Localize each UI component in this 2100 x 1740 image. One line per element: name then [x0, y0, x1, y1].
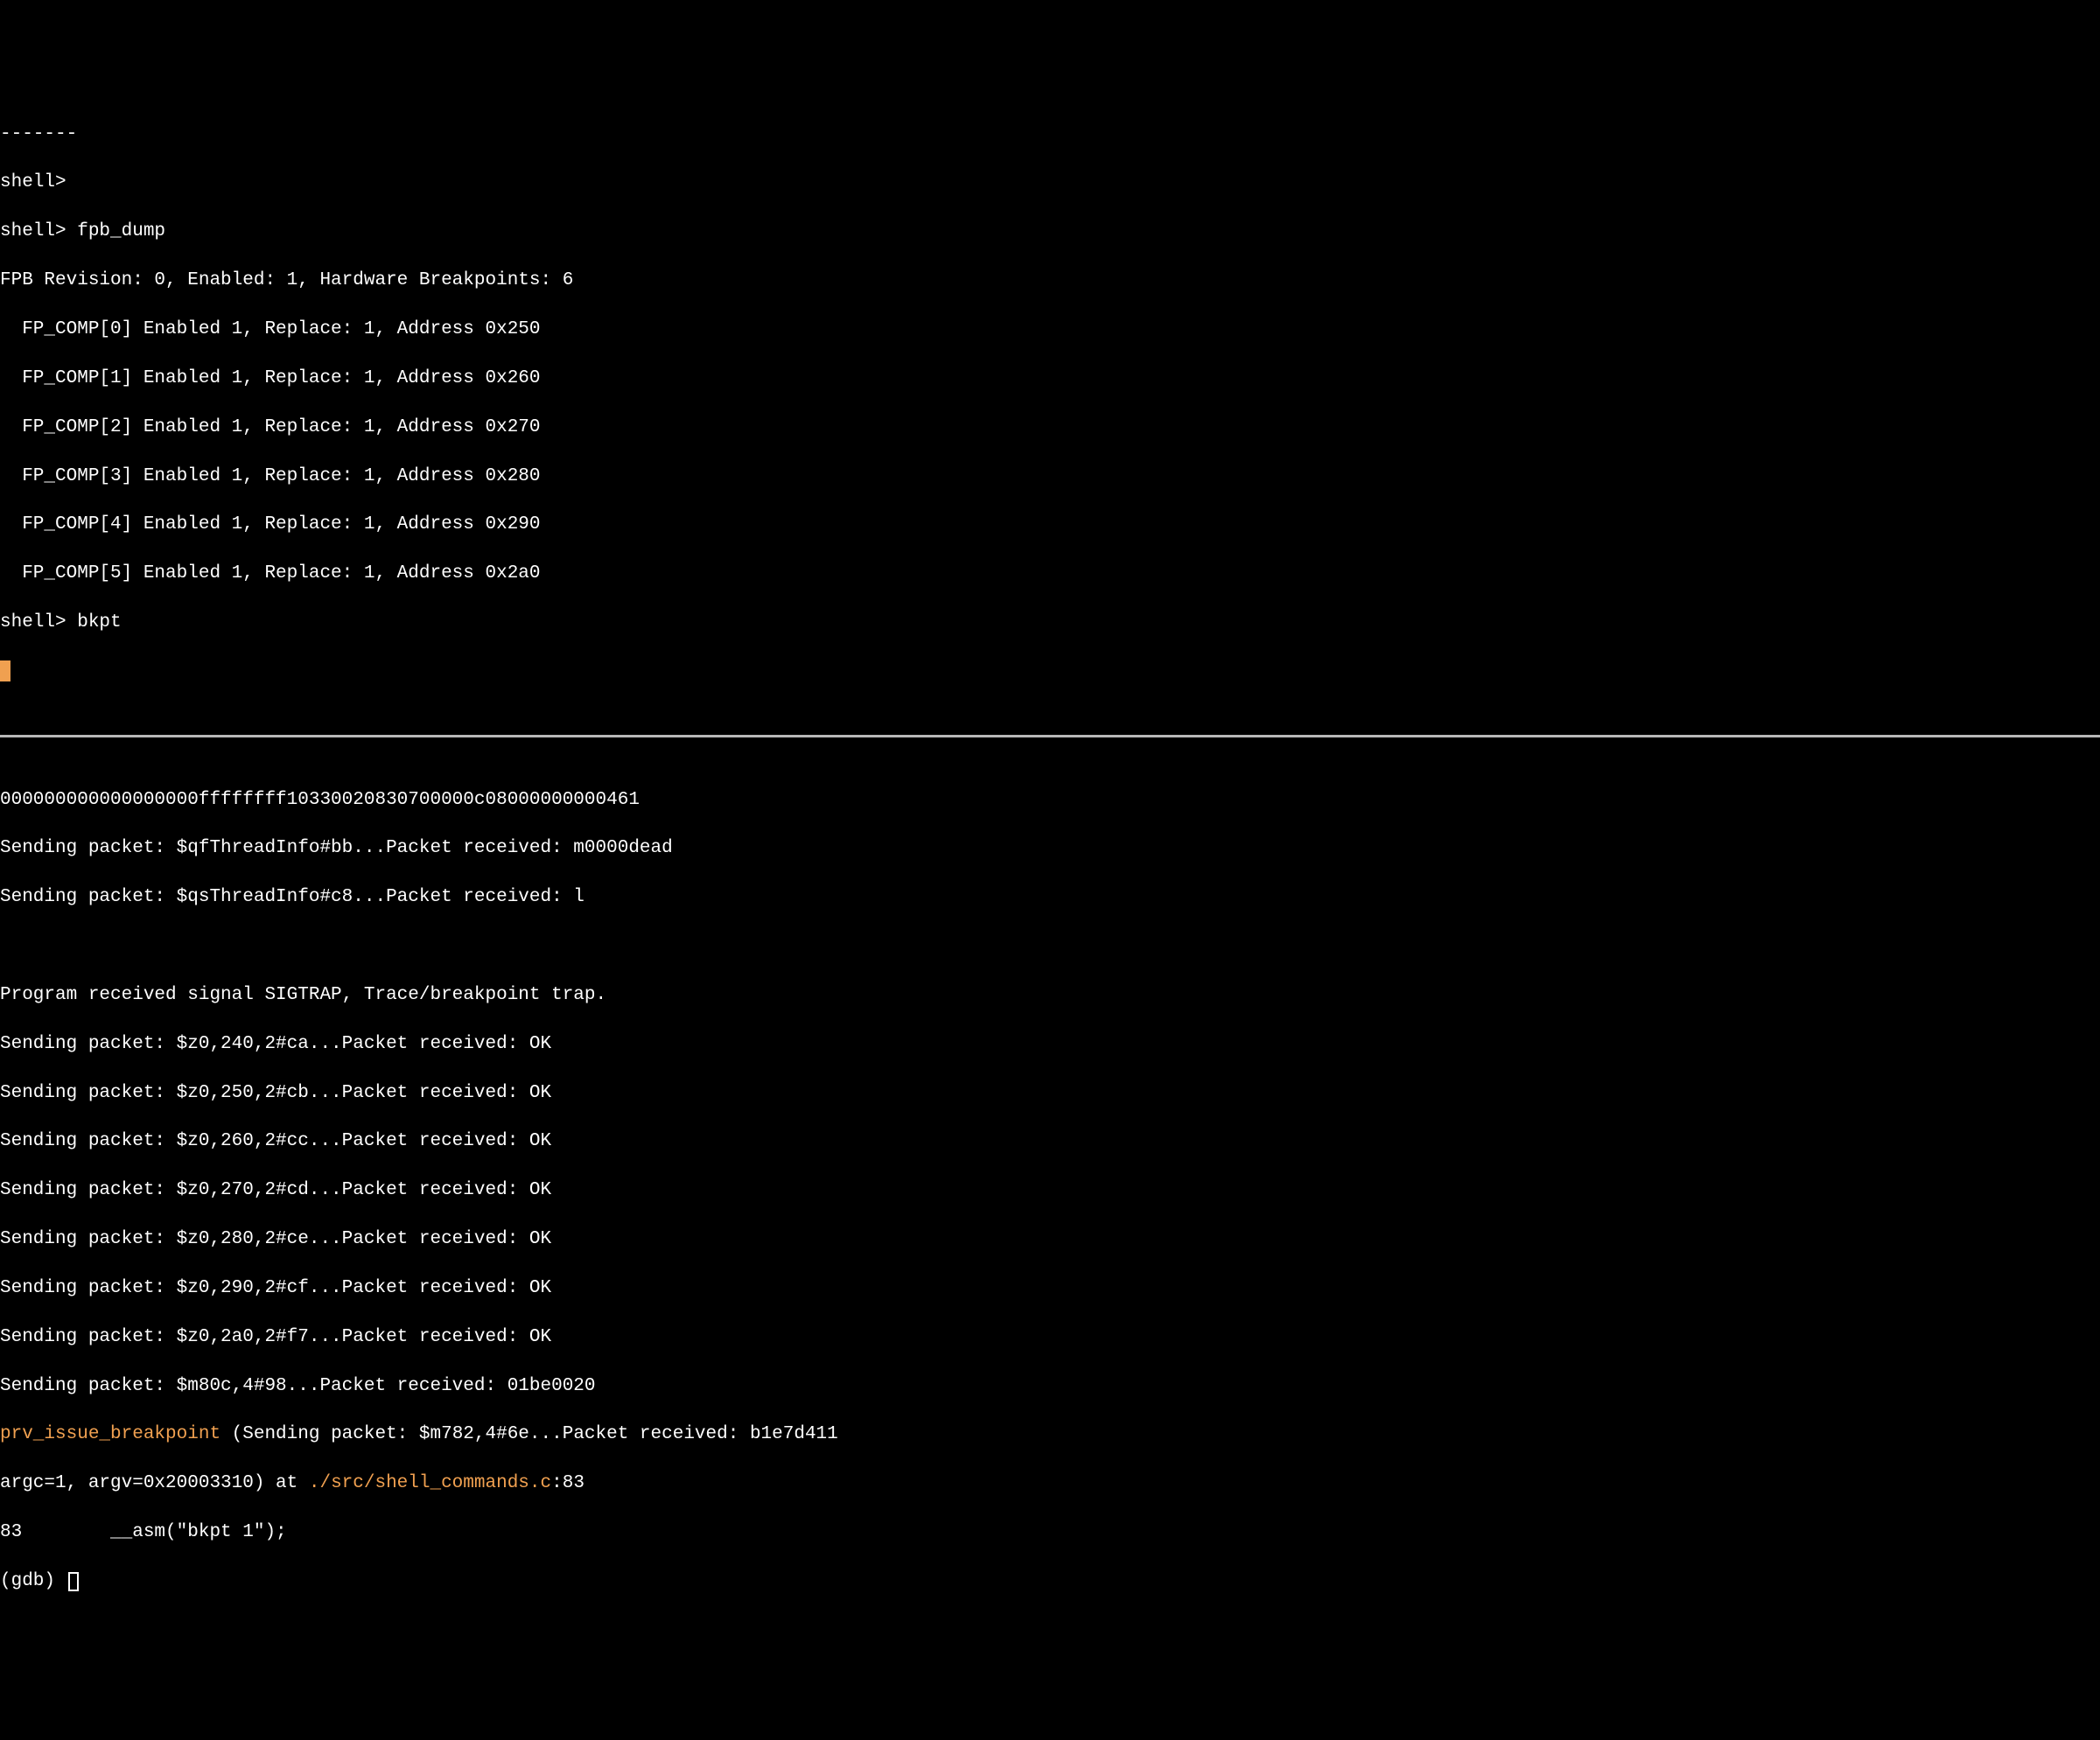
terminal-line: shell> fpb_dump: [0, 220, 2100, 244]
terminal-text: argc=1, argv=0x20003310) at: [0, 1473, 309, 1493]
gdb-prompt: (gdb): [0, 1571, 66, 1591]
terminal-line: prv_issue_breakpoint (Sending packet: $m…: [0, 1422, 2100, 1447]
terminal-text: :83: [551, 1473, 584, 1493]
terminal-line: FP_COMP[4] Enabled 1, Replace: 1, Addres…: [0, 513, 2100, 537]
terminal-line: FP_COMP[1] Enabled 1, Replace: 1, Addres…: [0, 367, 2100, 391]
terminal-line: FP_COMP[0] Enabled 1, Replace: 1, Addres…: [0, 318, 2100, 342]
terminal-line: Sending packet: $z0,270,2#cd...Packet re…: [0, 1178, 2100, 1203]
terminal-line: -------: [0, 122, 2100, 147]
terminal-line: Sending packet: $z0,290,2#cf...Packet re…: [0, 1276, 2100, 1301]
terminal-line: Sending packet: $qfThreadInfo#bb...Packe…: [0, 836, 2100, 861]
terminal-line: argc=1, argv=0x20003310) at ./src/shell_…: [0, 1471, 2100, 1496]
terminal-line: FP_COMP[5] Enabled 1, Replace: 1, Addres…: [0, 562, 2100, 586]
cursor-line[interactable]: [0, 660, 2100, 684]
terminal-line: [0, 934, 2100, 959]
gdb-pane-bottom[interactable]: 000000000000000000ffffffff10330020830700…: [0, 764, 2100, 1618]
terminal-line: FP_COMP[3] Enabled 1, Replace: 1, Addres…: [0, 465, 2100, 489]
terminal-line: FP_COMP[2] Enabled 1, Replace: 1, Addres…: [0, 416, 2100, 440]
terminal-text: (Sending packet: $m782,4#6e...Packet rec…: [220, 1424, 838, 1444]
terminal-line: Sending packet: $m80c,4#98...Packet rece…: [0, 1374, 2100, 1399]
terminal-line: shell> bkpt: [0, 611, 2100, 635]
cursor-icon: [0, 660, 10, 681]
terminal-line: Sending packet: $z0,2a0,2#f7...Packet re…: [0, 1325, 2100, 1350]
terminal-line: Program received signal SIGTRAP, Trace/b…: [0, 983, 2100, 1008]
gdb-prompt-line[interactable]: (gdb): [0, 1569, 2100, 1594]
terminal-line: 83 __asm("bkpt 1");: [0, 1520, 2100, 1545]
terminal-line: shell>: [0, 171, 2100, 195]
cursor-icon: [68, 1572, 79, 1591]
shell-pane-top[interactable]: ------- shell> shell> fpb_dump FPB Revis…: [0, 98, 2100, 709]
pane-divider[interactable]: [0, 735, 2100, 737]
terminal-line: FPB Revision: 0, Enabled: 1, Hardware Br…: [0, 269, 2100, 293]
terminal-line: Sending packet: $z0,240,2#ca...Packet re…: [0, 1032, 2100, 1057]
terminal-line: Sending packet: $z0,250,2#cb...Packet re…: [0, 1081, 2100, 1106]
terminal-line: 000000000000000000ffffffff10330020830700…: [0, 788, 2100, 813]
file-path: ./src/shell_commands.c: [309, 1473, 551, 1493]
terminal-line: Sending packet: $z0,260,2#cc...Packet re…: [0, 1129, 2100, 1154]
function-name: prv_issue_breakpoint: [0, 1424, 220, 1444]
terminal-line: Sending packet: $z0,280,2#ce...Packet re…: [0, 1227, 2100, 1252]
terminal-line: Sending packet: $qsThreadInfo#c8...Packe…: [0, 885, 2100, 910]
